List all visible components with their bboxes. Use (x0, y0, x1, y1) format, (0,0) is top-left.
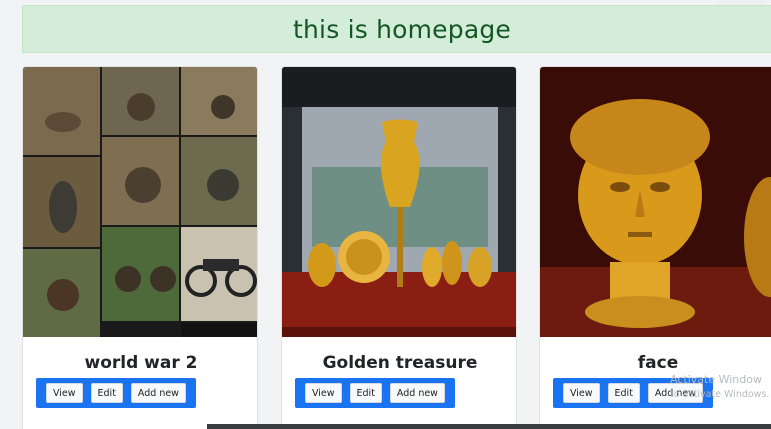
card-button-group: View Edit Add new (553, 378, 713, 408)
bottom-edge-bar (207, 424, 771, 429)
card-face: face View Edit Add new (539, 66, 771, 429)
card-title: Golden treasure (322, 353, 478, 373)
card-title: world war 2 (84, 353, 198, 373)
view-button[interactable]: View (562, 383, 600, 403)
edit-button[interactable]: Edit (349, 383, 382, 403)
card-image-golden-treasure[interactable] (282, 67, 516, 337)
golden-treasure-image (282, 67, 516, 337)
card-title: face (637, 353, 679, 373)
card-world-war-2: world war 2 View Edit Add new (22, 66, 258, 429)
golden-face-image (540, 67, 771, 337)
card-button-group: View Edit Add new (295, 378, 455, 408)
view-button[interactable]: View (45, 383, 83, 403)
card-golden-treasure: Golden treasure View Edit Add new (281, 66, 517, 429)
card-image-ww2[interactable] (23, 67, 257, 337)
homepage: this is homepage world war 2 View Edit A… (0, 0, 771, 429)
add-new-button[interactable]: Add new (130, 383, 186, 403)
homepage-banner: this is homepage (22, 5, 771, 53)
edit-button[interactable]: Edit (90, 383, 123, 403)
card-button-group: View Edit Add new (36, 378, 196, 408)
ww2-collage-image (23, 67, 257, 337)
edit-button[interactable]: Edit (607, 383, 640, 403)
page-title: this is homepage (293, 14, 511, 44)
add-new-button[interactable]: Add new (647, 383, 703, 403)
view-button[interactable]: View (304, 383, 342, 403)
card-image-face[interactable] (540, 67, 771, 337)
add-new-button[interactable]: Add new (389, 383, 445, 403)
